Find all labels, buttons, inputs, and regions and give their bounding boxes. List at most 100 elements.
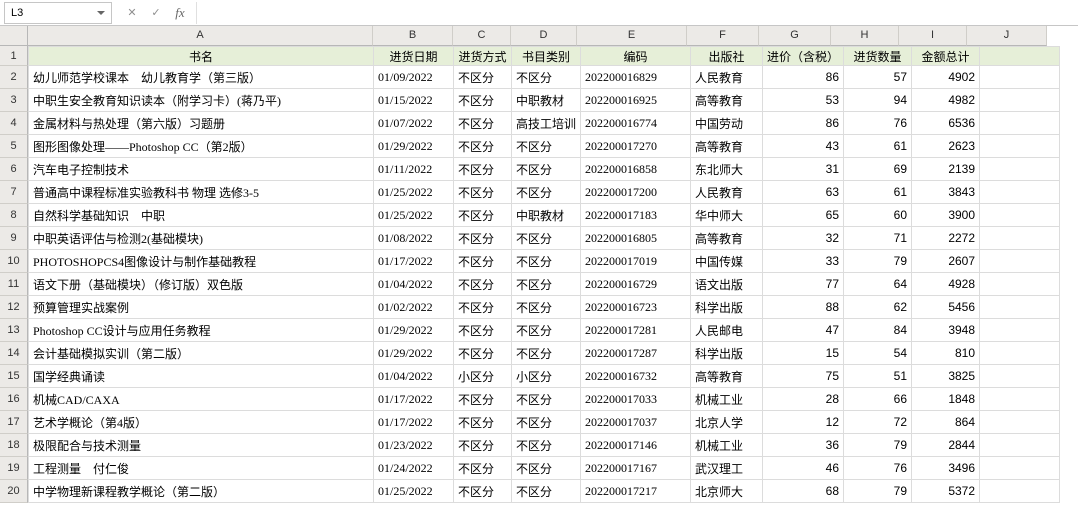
cell[interactable]: 3496 — [912, 457, 980, 480]
cell[interactable]: 自然科学基础知识 中职 — [29, 204, 374, 227]
cell[interactable]: 会计基础模拟实训（第二版） — [29, 342, 374, 365]
header-cell[interactable]: 进货数量 — [844, 47, 912, 66]
row-header-12[interactable]: 12 — [0, 296, 28, 319]
cell[interactable] — [980, 66, 1060, 89]
row-header-11[interactable]: 11 — [0, 273, 28, 296]
cell[interactable]: 01/24/2022 — [374, 457, 454, 480]
cell[interactable]: 01/25/2022 — [374, 204, 454, 227]
cell[interactable]: 不区分 — [454, 227, 512, 250]
cell[interactable]: 01/02/2022 — [374, 296, 454, 319]
column-header-I[interactable]: I — [899, 26, 967, 46]
cell[interactable]: 2139 — [912, 158, 980, 181]
cell[interactable]: 75 — [763, 365, 844, 388]
header-cell[interactable]: 书名 — [29, 47, 374, 66]
cell[interactable]: 3948 — [912, 319, 980, 342]
row-header-6[interactable]: 6 — [0, 158, 28, 181]
cell[interactable] — [980, 434, 1060, 457]
row-header-2[interactable]: 2 — [0, 66, 28, 89]
cell[interactable]: 202200016732 — [581, 365, 691, 388]
cell[interactable]: 65 — [763, 204, 844, 227]
column-header-H[interactable]: H — [831, 26, 899, 46]
cell[interactable]: 不区分 — [454, 273, 512, 296]
cell[interactable]: 人民教育 — [691, 181, 763, 204]
cell[interactable]: 机械CAD/CAXA — [29, 388, 374, 411]
cell[interactable] — [980, 296, 1060, 319]
cell[interactable]: 202200017183 — [581, 204, 691, 227]
cell[interactable]: 01/25/2022 — [374, 181, 454, 204]
cell[interactable]: 01/17/2022 — [374, 250, 454, 273]
cell[interactable]: 不区分 — [512, 135, 581, 158]
cell[interactable]: 不区分 — [512, 388, 581, 411]
cell[interactable] — [980, 388, 1060, 411]
cell[interactable]: 63 — [763, 181, 844, 204]
cell[interactable]: 预算管理实战案例 — [29, 296, 374, 319]
cell[interactable]: 15 — [763, 342, 844, 365]
cell[interactable]: 54 — [844, 342, 912, 365]
cell[interactable] — [980, 319, 1060, 342]
cell[interactable]: 高等教育 — [691, 89, 763, 112]
cell[interactable]: 01/29/2022 — [374, 342, 454, 365]
cell[interactable]: 202200017033 — [581, 388, 691, 411]
cell[interactable]: 01/04/2022 — [374, 365, 454, 388]
cell[interactable]: 66 — [844, 388, 912, 411]
row-header-1[interactable]: 1 — [0, 46, 28, 66]
column-header-J[interactable]: J — [967, 26, 1047, 46]
column-header-A[interactable]: A — [28, 26, 373, 46]
cell[interactable]: 小区分 — [454, 365, 512, 388]
cell[interactable]: 金属材料与热处理（第六版）习题册 — [29, 112, 374, 135]
cell[interactable]: 61 — [844, 135, 912, 158]
cell[interactable]: 28 — [763, 388, 844, 411]
cell[interactable]: 中国传媒 — [691, 250, 763, 273]
cell[interactable]: 不区分 — [512, 434, 581, 457]
cell[interactable]: 不区分 — [512, 342, 581, 365]
cell[interactable]: 不区分 — [512, 480, 581, 503]
cell[interactable] — [980, 89, 1060, 112]
cell[interactable]: 6536 — [912, 112, 980, 135]
header-cell[interactable]: 金额总计 — [912, 47, 980, 66]
header-cell[interactable]: 出版社 — [691, 47, 763, 66]
row-header-7[interactable]: 7 — [0, 181, 28, 204]
cell[interactable]: 12 — [763, 411, 844, 434]
cell[interactable]: 不区分 — [454, 342, 512, 365]
cell[interactable]: 不区分 — [454, 411, 512, 434]
cell[interactable]: 01/29/2022 — [374, 135, 454, 158]
cell[interactable]: 小区分 — [512, 365, 581, 388]
cell[interactable]: 不区分 — [512, 250, 581, 273]
cell[interactable]: 不区分 — [454, 66, 512, 89]
cell[interactable]: 中国劳动 — [691, 112, 763, 135]
cell[interactable]: 71 — [844, 227, 912, 250]
cell[interactable] — [980, 112, 1060, 135]
cell[interactable]: 72 — [844, 411, 912, 434]
cell[interactable]: 3900 — [912, 204, 980, 227]
cell[interactable]: 202200016774 — [581, 112, 691, 135]
cell[interactable]: 不区分 — [512, 319, 581, 342]
cell[interactable]: 202200017217 — [581, 480, 691, 503]
cell[interactable]: 2272 — [912, 227, 980, 250]
cell[interactable]: 不区分 — [454, 250, 512, 273]
cell[interactable]: 不区分 — [512, 181, 581, 204]
cell[interactable]: 202200017200 — [581, 181, 691, 204]
cell[interactable]: 中学物理新课程教学概论（第二版） — [29, 480, 374, 503]
cell[interactable]: 60 — [844, 204, 912, 227]
cell[interactable]: 不区分 — [512, 227, 581, 250]
cell[interactable]: 202200017019 — [581, 250, 691, 273]
cell[interactable]: 43 — [763, 135, 844, 158]
cell[interactable]: 中职英语评估与检测2(基础模块) — [29, 227, 374, 250]
row-header-8[interactable]: 8 — [0, 204, 28, 227]
row-header-4[interactable]: 4 — [0, 112, 28, 135]
cell[interactable]: 不区分 — [454, 457, 512, 480]
cell[interactable]: 68 — [763, 480, 844, 503]
cell[interactable]: 84 — [844, 319, 912, 342]
cell[interactable]: 工程测量 付仁俊 — [29, 457, 374, 480]
cell[interactable]: Photoshop CC设计与应用任务教程 — [29, 319, 374, 342]
cell[interactable]: 不区分 — [454, 181, 512, 204]
cell[interactable]: 不区分 — [454, 89, 512, 112]
cell[interactable]: 幼儿师范学校课本 幼儿教育学（第三版） — [29, 66, 374, 89]
cell[interactable]: 不区分 — [454, 135, 512, 158]
cell[interactable]: 810 — [912, 342, 980, 365]
cell[interactable]: 中职教材 — [512, 204, 581, 227]
name-box-dropdown-icon[interactable] — [97, 11, 105, 15]
cell[interactable]: 86 — [763, 66, 844, 89]
row-header-15[interactable]: 15 — [0, 365, 28, 388]
header-cell[interactable]: 编码 — [581, 47, 691, 66]
